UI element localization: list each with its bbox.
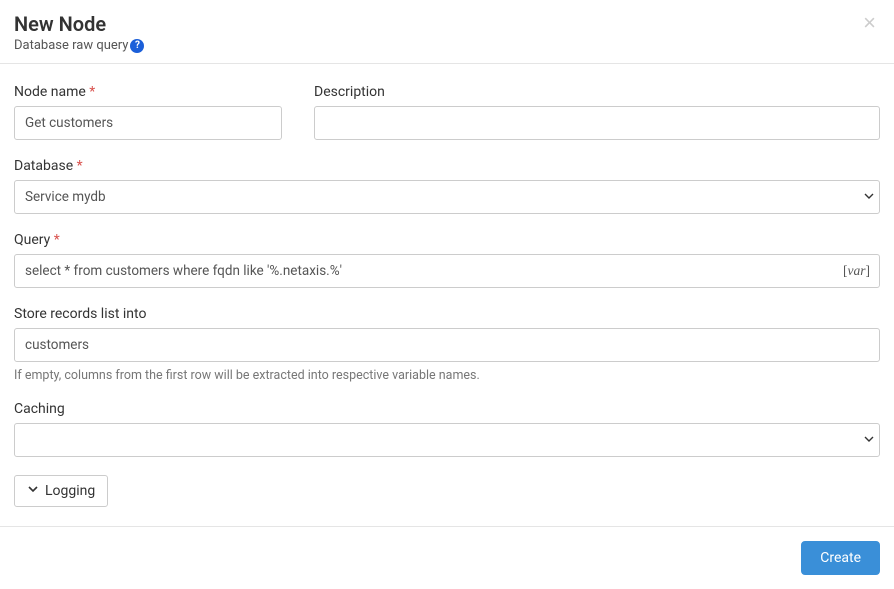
description-label: Description bbox=[314, 84, 880, 100]
subtitle-row: Database raw query ? bbox=[14, 38, 880, 53]
form-area: Node name * Description Database * Servi… bbox=[0, 64, 894, 517]
store-label: Store records list into bbox=[14, 306, 880, 322]
page-subtitle: Database raw query bbox=[14, 38, 128, 53]
close-button[interactable]: × bbox=[863, 12, 876, 34]
close-icon: × bbox=[863, 10, 876, 35]
logging-label: Logging bbox=[45, 483, 95, 499]
description-input[interactable] bbox=[314, 106, 880, 140]
modal-header: × New Node Database raw query ? bbox=[0, 0, 894, 64]
modal-footer: Create bbox=[0, 526, 894, 589]
database-select[interactable]: Service mydb bbox=[14, 180, 880, 214]
create-button[interactable]: Create bbox=[801, 541, 880, 575]
chevron-down-icon bbox=[27, 483, 39, 499]
store-help-text: If empty, columns from the first row wil… bbox=[14, 368, 880, 383]
store-input[interactable] bbox=[14, 328, 880, 362]
query-label: Query * bbox=[14, 232, 880, 248]
page-title: New Node bbox=[14, 12, 880, 36]
database-label: Database * bbox=[14, 158, 880, 174]
node-name-input[interactable] bbox=[14, 106, 282, 140]
logging-toggle-button[interactable]: Logging bbox=[14, 475, 108, 507]
caching-label: Caching bbox=[14, 401, 880, 417]
node-name-label: Node name * bbox=[14, 84, 282, 100]
caching-select[interactable] bbox=[14, 423, 880, 457]
query-input[interactable] bbox=[14, 254, 880, 288]
help-icon[interactable]: ? bbox=[130, 39, 144, 53]
